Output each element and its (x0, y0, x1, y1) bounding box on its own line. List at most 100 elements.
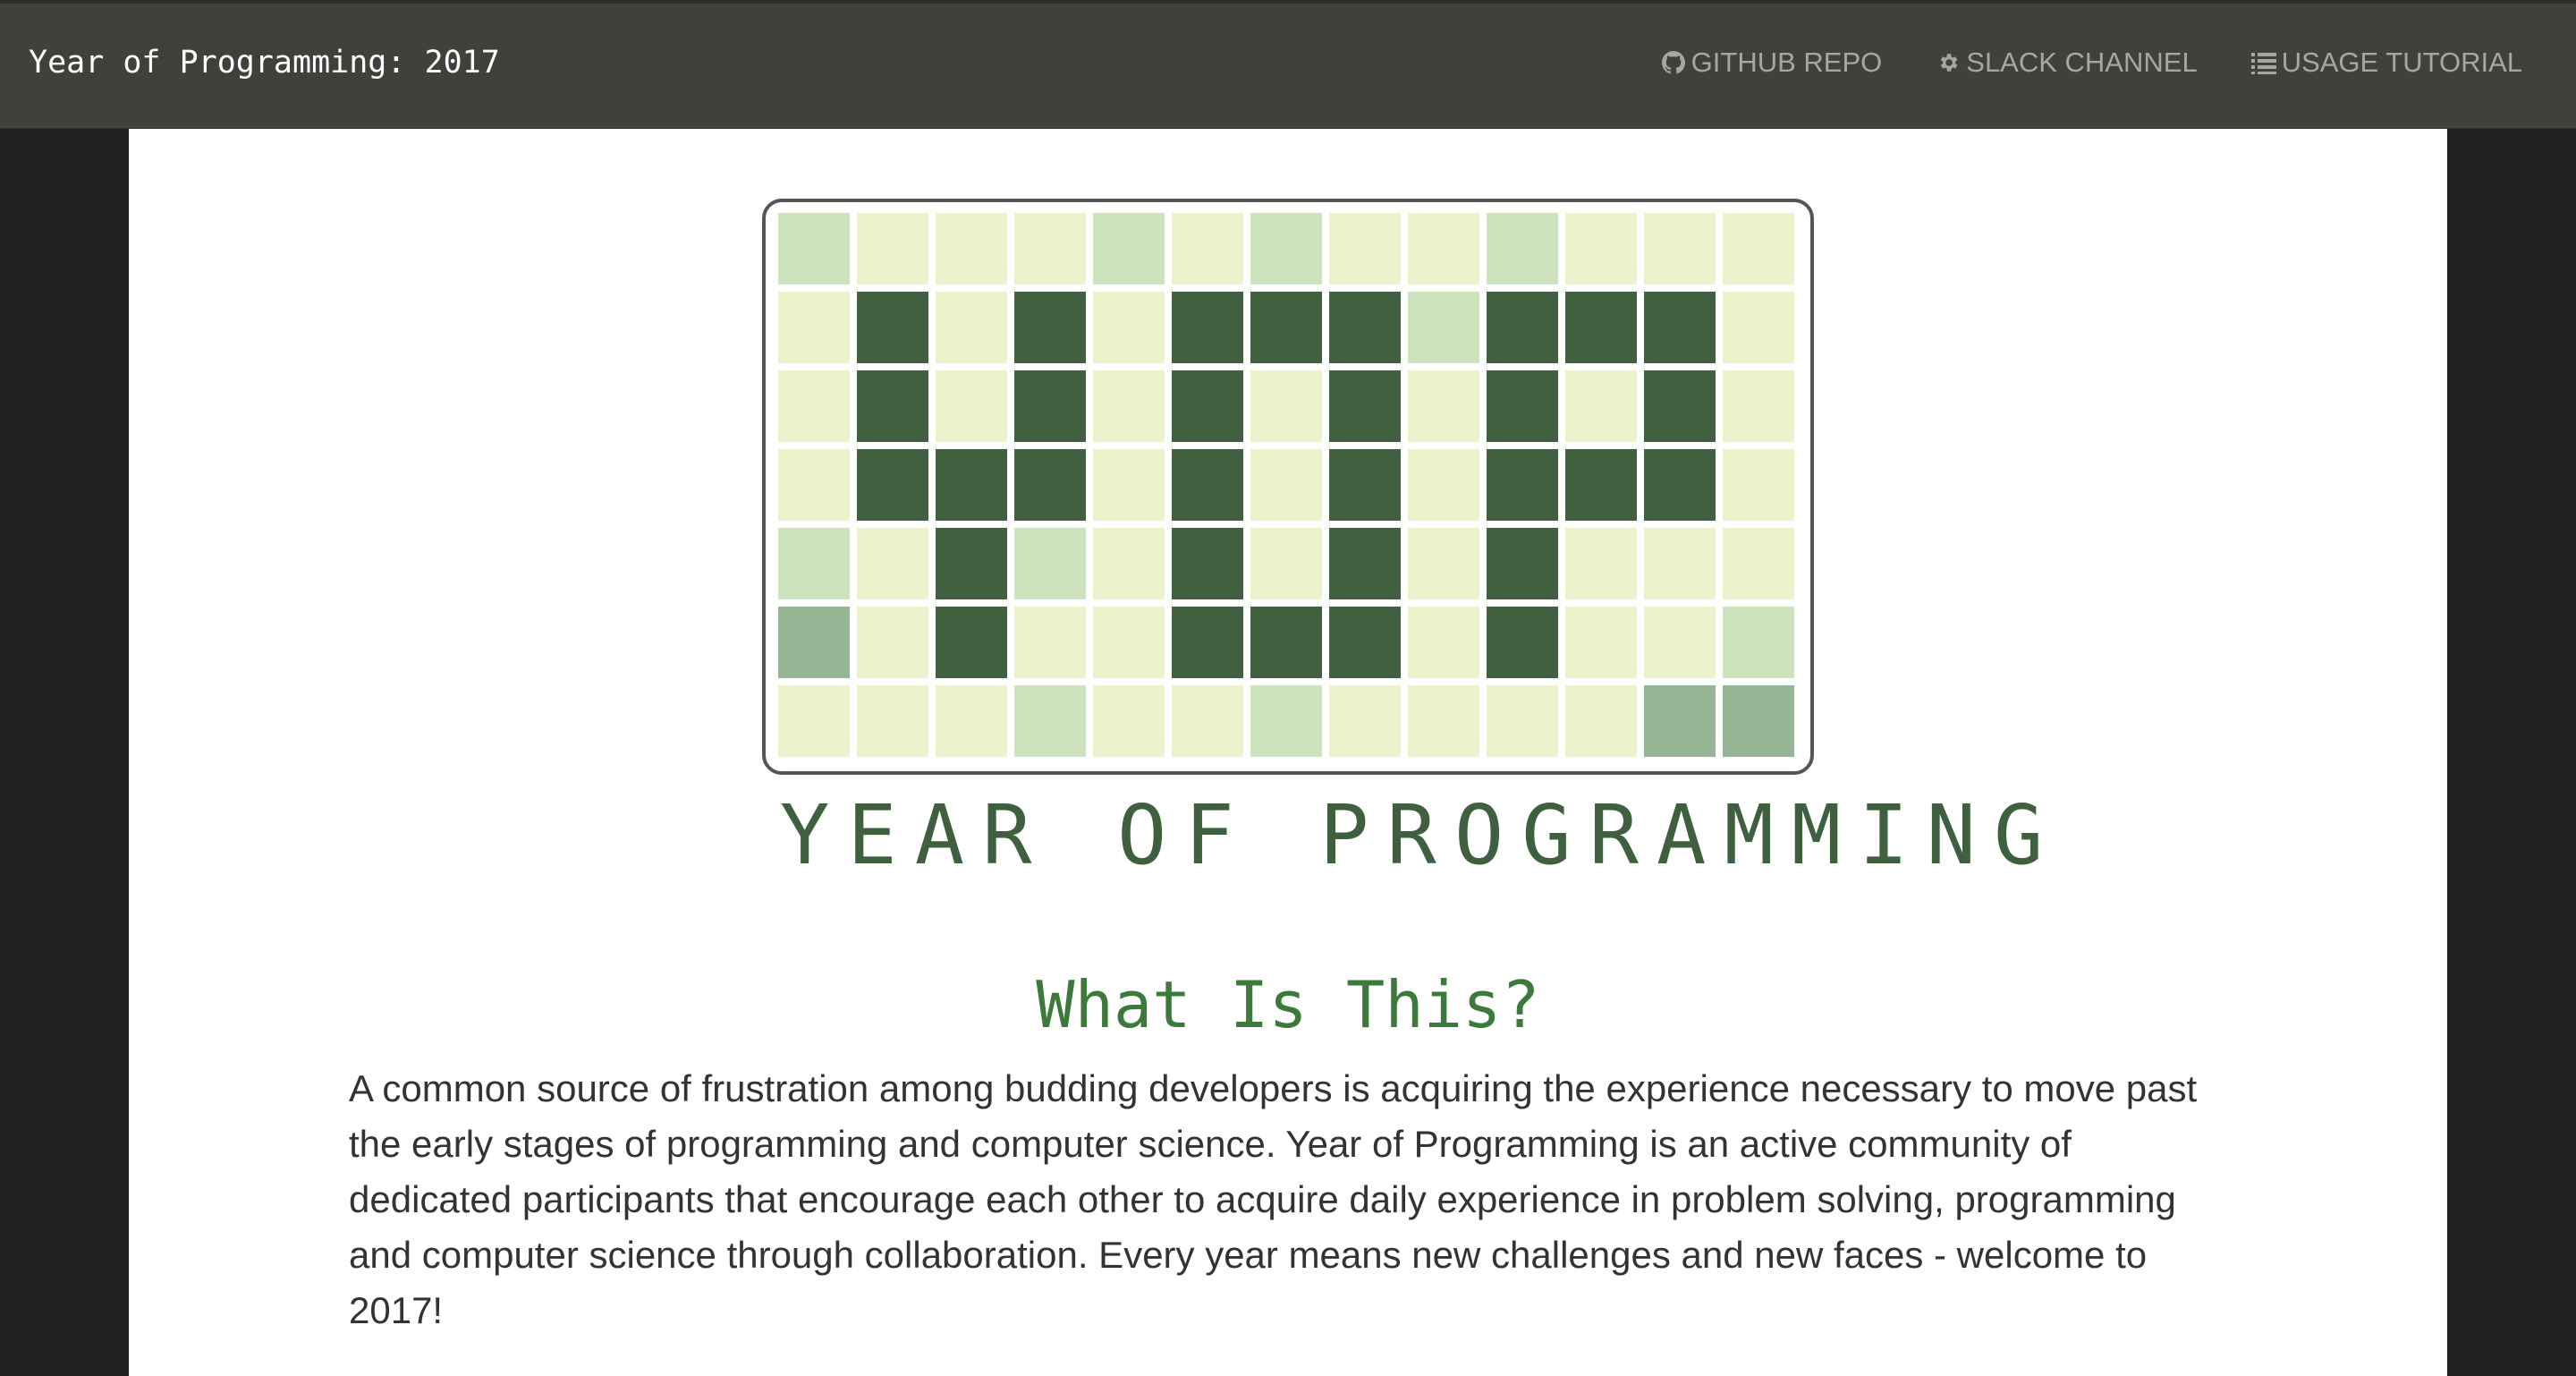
logo-cell (778, 213, 850, 285)
logo-cell (1172, 607, 1243, 678)
logo-cell (857, 213, 928, 285)
logo-cell (1329, 449, 1401, 521)
logo-cell (1093, 449, 1165, 521)
logo-cell (1565, 292, 1637, 363)
logo-cell (1250, 449, 1322, 521)
logo-cell (1487, 449, 1558, 521)
logo-cell (778, 528, 850, 599)
logo-cell (1487, 292, 1558, 363)
logo-cell (1093, 685, 1165, 757)
logo-cell (1329, 528, 1401, 599)
usage-tutorial-label: USAGE TUTORIAL (2281, 47, 2522, 78)
logo-cell (1093, 213, 1165, 285)
logo-cell (857, 607, 928, 678)
github-repo-link[interactable]: GITHUB REPO (1661, 43, 1883, 82)
logo-cell (1723, 449, 1794, 521)
logo-cell (1250, 370, 1322, 442)
logo-cell (1408, 370, 1479, 442)
logo-cell (1487, 528, 1558, 599)
logo-cell (1250, 607, 1322, 678)
logo-cell (1723, 213, 1794, 285)
logo-cell (1014, 370, 1086, 442)
logo-cell (857, 370, 928, 442)
github-repo-label: GITHUB REPO (1690, 47, 1883, 78)
logo-cell (936, 292, 1007, 363)
logo-cell (1014, 685, 1086, 757)
logo-cell (1408, 213, 1479, 285)
logo-cell (1487, 607, 1558, 678)
logo-cell (1172, 685, 1243, 757)
logo-cell (778, 292, 850, 363)
logo-cell (1093, 607, 1165, 678)
logo-cell (1250, 528, 1322, 599)
logo-cell (1408, 292, 1479, 363)
logo-cell (1565, 213, 1637, 285)
logo-cell (1644, 213, 1716, 285)
logo-cell (1644, 292, 1716, 363)
logo-cell (1644, 370, 1716, 442)
logo-cell (936, 685, 1007, 757)
gear-icon (1936, 50, 1961, 75)
logo-cell (1329, 370, 1401, 442)
logo-cell (1723, 292, 1794, 363)
logo-cell (1408, 449, 1479, 521)
logo-cell (1014, 528, 1086, 599)
logo-cell (936, 528, 1007, 599)
logo-cell (1014, 292, 1086, 363)
logo-cell (1565, 449, 1637, 521)
list-icon (2250, 50, 2276, 75)
logo-cell (1172, 370, 1243, 442)
logo-cell (1093, 292, 1165, 363)
logo-cell (1644, 449, 1716, 521)
logo-cell (1565, 685, 1637, 757)
logo-cell (936, 449, 1007, 521)
nav-links: GITHUB REPO SLACK CHANNEL USAGE TUTORIAL (1661, 43, 2522, 82)
usage-tutorial-link[interactable]: USAGE TUTORIAL (2250, 43, 2522, 82)
logo-cell (1014, 449, 1086, 521)
logo-cell (1329, 607, 1401, 678)
logo-cell (1565, 528, 1637, 599)
logo-text: YEAR OF PROGRAMMING (780, 787, 2062, 883)
logo-cell (1408, 528, 1479, 599)
logo-cell (778, 607, 850, 678)
logo-cell (1250, 292, 1322, 363)
logo-cell (857, 292, 928, 363)
logo-cell (1172, 449, 1243, 521)
logo-cell (778, 685, 850, 757)
logo-cell (1329, 292, 1401, 363)
logo-cell (936, 213, 1007, 285)
logo-cell (1487, 370, 1558, 442)
logo-cell (1723, 370, 1794, 442)
logo-cell (1014, 607, 1086, 678)
top-navbar: Year of Programming: 2017 GITHUB REPO SL… (0, 0, 2576, 129)
brand-title[interactable]: Year of Programming: 2017 (29, 41, 500, 84)
logo-cell (1093, 370, 1165, 442)
logo-cell (1093, 528, 1165, 599)
logo-cell (1250, 685, 1322, 757)
logo-cell (1565, 370, 1637, 442)
logo-cell (857, 685, 928, 757)
logo-grid (762, 199, 1814, 775)
logo-cell (1644, 685, 1716, 757)
logo-cell (1408, 607, 1479, 678)
logo-cell (1172, 528, 1243, 599)
logo-cell (1408, 685, 1479, 757)
logo-cell (1172, 213, 1243, 285)
logo-cell (1487, 213, 1558, 285)
logo-cell (1644, 607, 1716, 678)
logo-cell (936, 607, 1007, 678)
logo-cell (1487, 685, 1558, 757)
logo: YEAR OF PROGRAMMING (762, 199, 2062, 883)
logo-cell (1329, 213, 1401, 285)
logo-cell (1644, 528, 1716, 599)
logo-cell (1723, 607, 1794, 678)
logo-cell (1014, 213, 1086, 285)
slack-channel-label: SLACK CHANNEL (1966, 47, 2198, 78)
logo-cell (1329, 685, 1401, 757)
slack-channel-link[interactable]: SLACK CHANNEL (1936, 43, 2198, 82)
logo-cell (1250, 213, 1322, 285)
main-content: YEAR OF PROGRAMMING What Is This? A comm… (129, 129, 2447, 1376)
logo-cell (1565, 607, 1637, 678)
logo-cell (936, 370, 1007, 442)
logo-cell (1172, 292, 1243, 363)
